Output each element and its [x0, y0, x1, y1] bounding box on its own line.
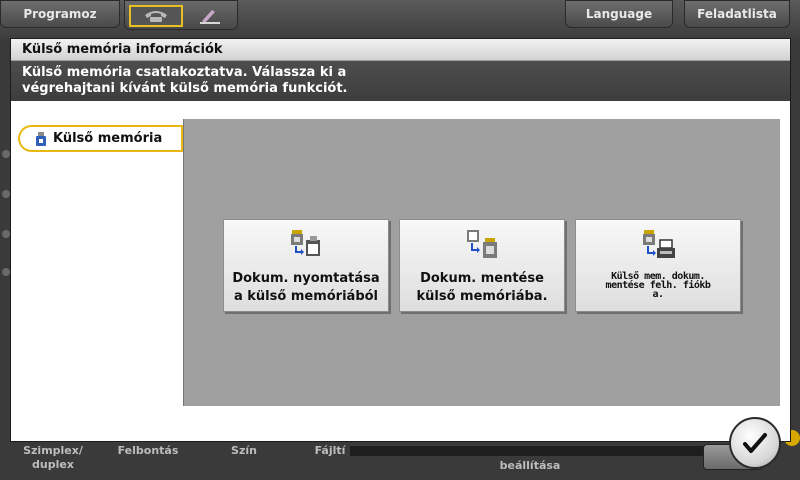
function-panel: Dokum. nyomtatása a külső memóriából Dok…	[183, 119, 780, 406]
task-list-label: Feladatlista	[697, 7, 777, 21]
language-label: Language	[585, 7, 653, 21]
language-button[interactable]: Language	[565, 0, 673, 28]
file-type-label[interactable]: Fájltí	[310, 444, 350, 458]
color-label[interactable]: Szín	[222, 444, 266, 458]
dialog-message-line1: Külső memória csatlakoztatva. Válassza k…	[22, 65, 347, 80]
button-line3: a.	[652, 289, 664, 300]
button-line1: Dokum. mentése	[420, 271, 544, 286]
checkmark-icon	[743, 433, 767, 453]
fax-mode-button[interactable]	[129, 5, 183, 27]
task-list-button[interactable]: Feladatlista	[684, 0, 790, 28]
programoz-button[interactable]: Programoz	[0, 0, 120, 28]
ok-button[interactable]	[729, 417, 781, 469]
dialog-message-line2: végrehajtani kívánt külső memória funkci…	[22, 81, 348, 96]
save-to-external-memory-button[interactable]: Dokum. mentése külső memóriába.	[399, 219, 565, 312]
bottom-strip	[350, 446, 730, 456]
tab-external-memory-label: Külső memória	[53, 131, 163, 146]
simplex-duplex-label[interactable]: Szimplex/ duplex	[18, 444, 88, 472]
print-from-external-memory-button[interactable]: Dokum. nyomtatása a külső memóriából	[223, 219, 389, 312]
background-dot	[2, 268, 10, 276]
print-from-usb-icon	[291, 230, 320, 256]
settings-label: beállítása	[499, 459, 561, 472]
tab-external-memory[interactable]: Külső memória	[18, 125, 183, 152]
background-dot	[2, 190, 10, 198]
programoz-label: Programoz	[23, 7, 97, 21]
button-line2: külső memóriába.	[416, 289, 548, 304]
mode-selector	[124, 0, 238, 30]
dialog-message: Külső memória csatlakoztatva. Válassza k…	[11, 61, 790, 101]
top-bar: Programoz Language Feladatlista	[0, 0, 800, 40]
background-dot	[2, 230, 10, 238]
usb-to-user-box-icon	[643, 230, 675, 258]
dialog-title: Külső memória információk	[11, 39, 790, 61]
phone-icon	[145, 11, 167, 22]
button-line1: Dokum. nyomtatása	[232, 271, 380, 286]
save-to-user-box-button[interactable]: Külső mem. dokum. mentése felh. fiókb a.	[575, 219, 741, 312]
background-dot	[2, 150, 10, 158]
pen-icon	[200, 10, 220, 24]
save-to-usb-icon	[467, 230, 497, 258]
usb-memory-icon	[36, 131, 46, 146]
scan-mode-button[interactable]	[191, 5, 231, 27]
button-line2: a külső memóriából	[233, 289, 379, 304]
external-memory-dialog: Külső memória információk Külső memória …	[10, 38, 791, 442]
resolution-label[interactable]: Felbontás	[112, 444, 184, 458]
